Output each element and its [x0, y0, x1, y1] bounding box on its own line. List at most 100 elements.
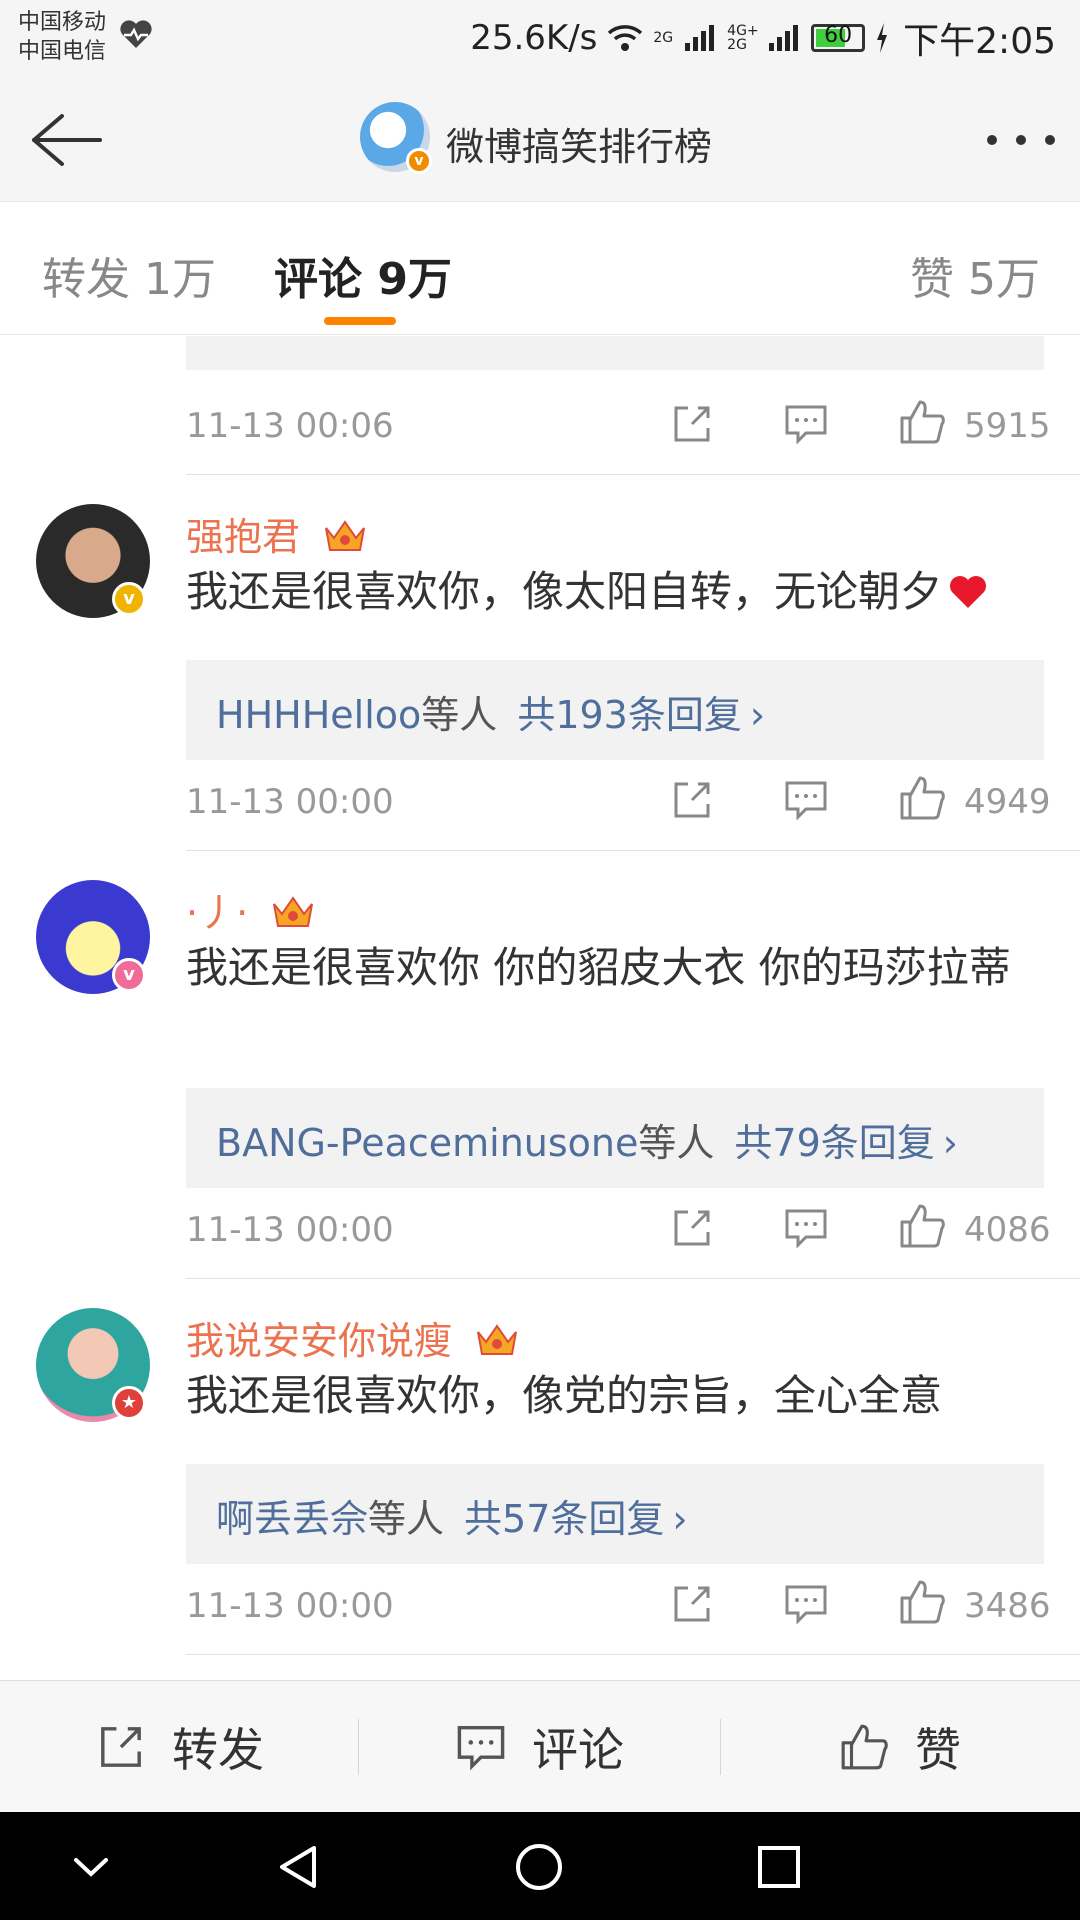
reply-count[interactable]: 共193条回复	[517, 693, 742, 737]
share-icon[interactable]	[670, 1582, 714, 1626]
username[interactable]: 我说安安你说瘦	[186, 1310, 520, 1365]
divider	[186, 1278, 1080, 1279]
crown-icon	[325, 520, 366, 551]
thumbs-up-icon	[841, 1724, 888, 1770]
username[interactable]: ·丿·	[186, 882, 316, 937]
carrier-1: 中国移动	[18, 10, 107, 35]
reply-connector: 等人	[421, 693, 498, 737]
share-icon[interactable]	[670, 1206, 714, 1250]
signal-icon	[685, 25, 715, 51]
reply-users[interactable]: BANG-Peaceminusone	[216, 1121, 638, 1165]
signal-icon-2	[769, 25, 799, 51]
comment-icon[interactable]	[784, 1584, 828, 1624]
chevron-right-icon: ›	[749, 693, 766, 737]
member-badge-icon: v	[112, 958, 146, 992]
heart-rate-icon	[120, 20, 152, 48]
bottom-action-bar: 转发 评论 赞	[0, 1680, 1080, 1812]
tab-likes[interactable]: 赞 5万	[910, 243, 1040, 307]
divider	[186, 474, 1080, 475]
username-text[interactable]: 我说安安你说瘦	[186, 1319, 452, 1363]
reply-connector: 等人	[368, 1497, 445, 1541]
like-count: 4086	[964, 1210, 1051, 1250]
reply-summary-box[interactable]: 啊丢丢佘等人 共57条回复 ›	[186, 1464, 1044, 1564]
comment-list[interactable]: 11-13 00:06 5915 v 强抱君 我还是很喜欢你，像太阳自转，无论朝…	[0, 336, 1080, 1680]
repost-label: 转发	[172, 1723, 264, 1777]
thumbs-up-icon[interactable]	[898, 398, 946, 446]
thumbs-up-icon[interactable]	[898, 1578, 946, 1626]
reply-users[interactable]: 啊丢丢佘	[216, 1497, 368, 1541]
tab-active-indicator	[324, 317, 396, 325]
clock: 下午2:05	[903, 21, 1056, 62]
chevron-right-icon: ›	[942, 1121, 958, 1165]
verified-badge-icon: v	[406, 148, 432, 174]
divider	[358, 1719, 359, 1775]
tab-bar: 转发 1万 评论 9万 赞 5万	[0, 203, 1080, 335]
carrier-2: 中国电信	[18, 39, 107, 64]
username-text[interactable]: 强抱君	[186, 515, 300, 559]
comment-text: 我还是很喜欢你 你的貂皮大衣 你的玛莎拉蒂	[186, 943, 1011, 992]
back-triangle-icon[interactable]	[274, 1842, 324, 1892]
star-badge-icon: ★	[112, 1386, 146, 1420]
comment-icon	[457, 1725, 505, 1771]
status-right: 25.6K/s 2G 4G+ 2G 60 下午2:05	[470, 14, 1056, 62]
tab-comments[interactable]: 评论 9万	[274, 243, 452, 307]
home-circle-icon[interactable]	[514, 1842, 564, 1892]
divider	[186, 850, 1080, 851]
chevron-down-icon[interactable]	[66, 1842, 116, 1892]
reply-summary-box[interactable]: HHHHelloo等人 共193条回复 ›	[186, 660, 1044, 760]
net-type-1: 2G	[653, 30, 674, 46]
like-count: 5915	[964, 406, 1051, 446]
comment-meta: 11-13 00:00 4949	[186, 772, 1051, 832]
more-dots-icon[interactable]	[984, 130, 1058, 150]
verified-badge-icon: v	[112, 582, 146, 616]
repost-button[interactable]: 转发	[0, 1681, 360, 1813]
battery-level: 60	[824, 23, 853, 48]
like-count: 3486	[964, 1586, 1051, 1626]
like-button[interactable]: 赞	[720, 1681, 1080, 1813]
crown-icon	[273, 896, 314, 927]
comment-text: 我还是很喜欢你，像党的宗旨，全心全意	[186, 1371, 943, 1420]
system-nav-bar	[0, 1812, 1080, 1920]
reply-summary-box[interactable]	[186, 336, 1044, 370]
charging-icon	[877, 23, 888, 53]
reply-count[interactable]: 共79条回复	[734, 1121, 934, 1165]
comment-icon[interactable]	[784, 404, 828, 444]
comment-time: 11-13 00:00	[186, 1210, 394, 1250]
share-icon[interactable]	[670, 402, 714, 446]
chevron-right-icon: ›	[672, 1497, 688, 1541]
username[interactable]: 强抱君	[186, 506, 368, 561]
divider	[186, 1654, 1080, 1655]
arrow-left-icon[interactable]	[26, 108, 106, 172]
comment-time: 11-13 00:06	[186, 406, 394, 446]
reply-summary-box[interactable]: BANG-Peaceminusone等人 共79条回复 ›	[186, 1088, 1044, 1188]
comment-icon[interactable]	[784, 780, 828, 820]
thumbs-up-icon[interactable]	[898, 774, 946, 822]
like-count: 4949	[964, 782, 1051, 822]
page-title[interactable]: 微博搞笑排行榜	[446, 116, 712, 171]
status-bar: 中国移动 中国电信 25.6K/s 2G 4G+ 2G 60 下午2:05	[0, 0, 1080, 80]
battery-icon: 60	[811, 23, 866, 52]
comment-icon[interactable]	[784, 1208, 828, 1248]
top-header: v 微博搞笑排行榜	[0, 80, 1080, 202]
reply-connector: 等人	[638, 1121, 715, 1165]
tab-reposts[interactable]: 转发 1万	[42, 243, 216, 307]
comment-text: 我还是很喜欢你，像太阳自转，无论朝夕	[186, 564, 1044, 620]
comment-label: 评论	[532, 1723, 624, 1777]
network-speed: 25.6K/s	[470, 18, 598, 58]
crown-icon	[477, 1324, 518, 1355]
reply-count[interactable]: 共57条回复	[464, 1497, 664, 1541]
net-type-2: 4G+ 2G	[727, 23, 759, 53]
comment-button[interactable]: 评论	[360, 1681, 720, 1813]
comment-meta: 11-13 00:00 4086	[186, 1200, 1051, 1260]
share-icon	[101, 1727, 141, 1767]
comment-meta: 11-13 00:00 3486	[186, 1576, 1051, 1636]
username-text[interactable]: ·丿·	[186, 891, 248, 935]
comment-meta: 11-13 00:06 5915	[186, 396, 1051, 456]
thumbs-up-icon[interactable]	[898, 1202, 946, 1250]
recents-square-icon[interactable]	[754, 1842, 804, 1892]
comment-time: 11-13 00:00	[186, 782, 394, 822]
reply-users[interactable]: HHHHelloo	[216, 693, 421, 737]
red-heart-icon	[950, 576, 987, 608]
like-label: 赞	[915, 1723, 961, 1777]
share-icon[interactable]	[670, 778, 714, 822]
